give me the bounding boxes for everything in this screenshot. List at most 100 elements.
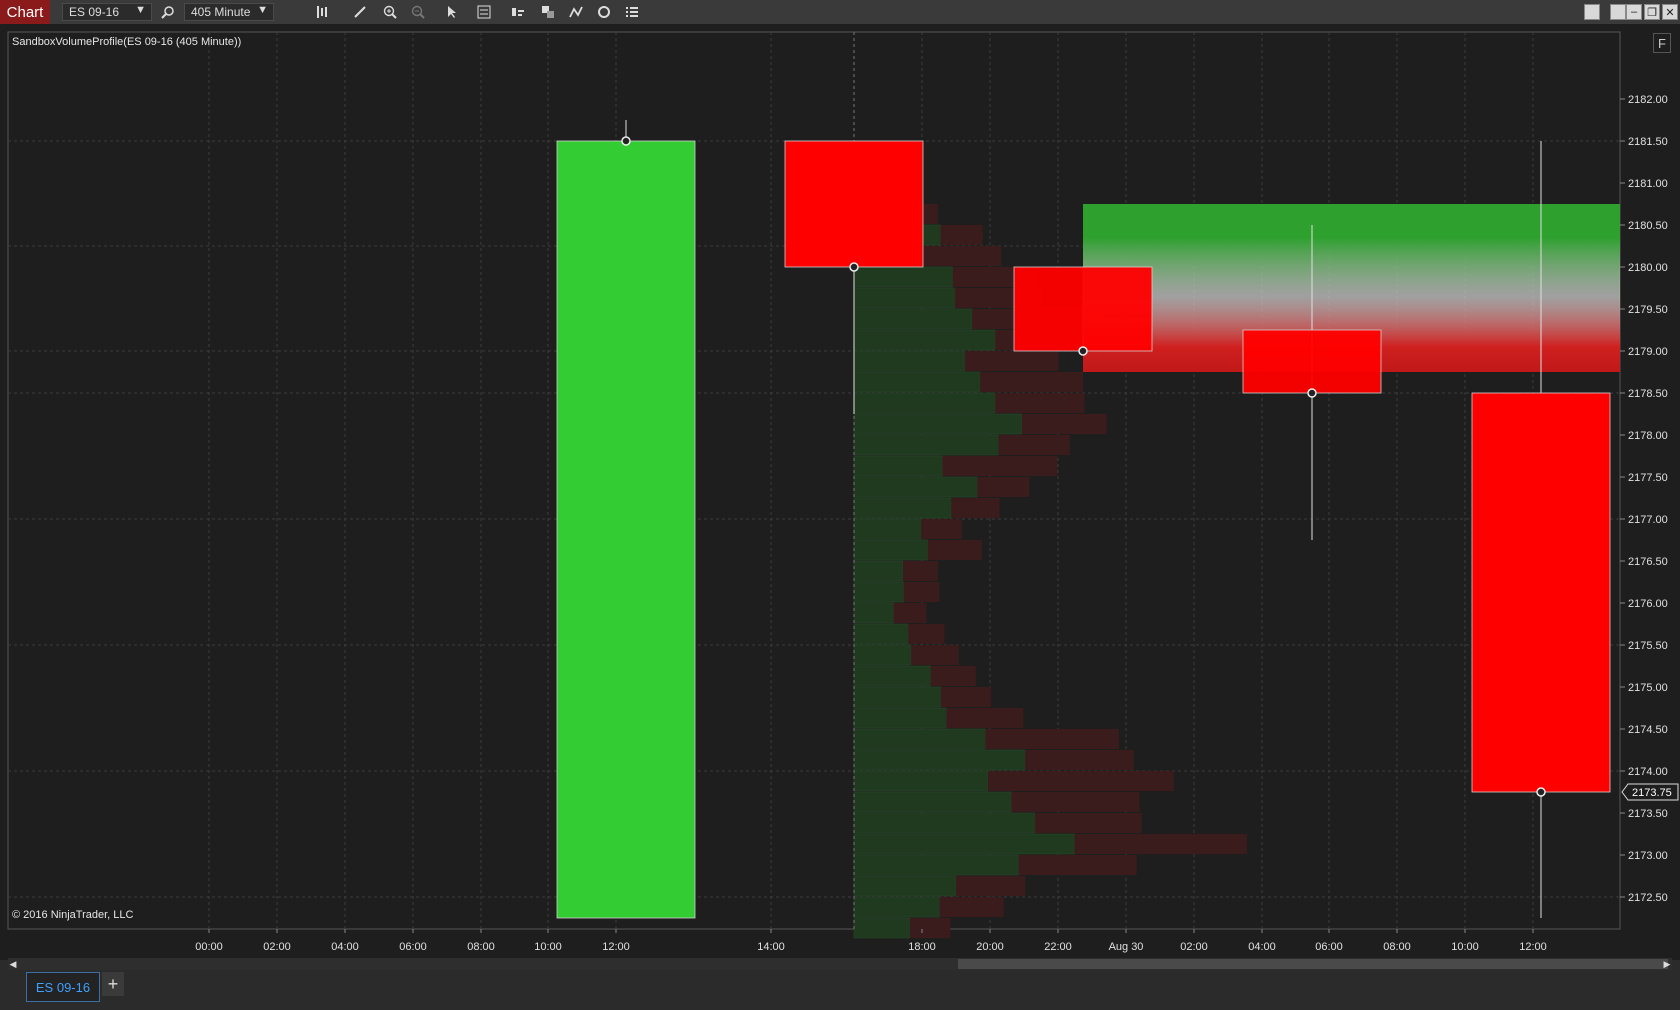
time-axis-label: 02:00 <box>1180 941 1208 953</box>
time-axis-label: 06:00 <box>1315 941 1343 953</box>
price-axis-label: 2173.50 <box>1628 808 1668 820</box>
chevron-down-icon: ▼ <box>257 4 268 16</box>
instrument-selector[interactable]: ES 09-16 ▼ <box>62 3 152 21</box>
candle-body-down <box>1242 329 1382 394</box>
price-axis-label: 2176.00 <box>1628 598 1668 610</box>
volume-profile-buy-bar <box>853 560 904 582</box>
tab-bar: ES 09-16 + <box>0 970 1680 1010</box>
price-axis-label: 2177.00 <box>1628 514 1668 526</box>
horizontal-scrollbar[interactable]: ◀ ▶ <box>8 958 1672 970</box>
volume-profile-buy-bar <box>853 518 922 540</box>
candle-close-marker <box>621 136 631 146</box>
price-axis-label: 2182.00 <box>1628 94 1668 106</box>
candle-close-marker <box>1078 346 1088 356</box>
time-axis-label: 22:00 <box>1044 941 1072 953</box>
tile-alt-icon[interactable] <box>1610 4 1626 20</box>
volume-profile-buy-bar <box>853 833 1075 855</box>
candle-close-marker <box>1307 388 1317 398</box>
interval-selector[interactable]: 405 Minute ▼ <box>184 3 274 21</box>
volume-profile-buy-bar <box>853 602 894 624</box>
volume-profile-buy-bar <box>853 686 942 708</box>
time-axis-label: 10:00 <box>534 941 562 953</box>
volume-profile-buy-bar <box>853 539 929 561</box>
time-axis-label: 08:00 <box>467 941 495 953</box>
candle-body-down <box>1013 266 1153 352</box>
list-icon[interactable] <box>622 2 642 22</box>
volume-profile-sell-bar <box>940 225 983 245</box>
time-axis-label: 02:00 <box>263 941 291 953</box>
time-axis-label: 04:00 <box>331 941 359 953</box>
chevron-down-icon: ▼ <box>135 4 146 16</box>
volume-profile-sell-bar <box>956 876 1026 896</box>
time-axis-label: 14:00 <box>757 941 785 953</box>
strategies-icon[interactable] <box>508 2 528 22</box>
search-icon[interactable] <box>158 2 178 22</box>
volume-profile-sell-bar <box>903 582 940 602</box>
properties-icon[interactable] <box>474 2 494 22</box>
price-axis-label: 2174.00 <box>1628 766 1668 778</box>
candle-close-marker <box>1536 787 1546 797</box>
volume-profile-buy-bar <box>853 812 1036 834</box>
zoom-in-icon[interactable] <box>380 2 400 22</box>
time-axis-label: 18:00 <box>908 941 936 953</box>
chart-toolbar: Chart ES 09-16 ▼ 405 Minute ▼ – ❐ ✕ <box>0 0 1680 25</box>
price-axis-label: 2179.00 <box>1628 346 1668 358</box>
indicator-label: SandboxVolumeProfile(ES 09-16 (405 Minut… <box>12 36 242 48</box>
volume-profile-sell-bar <box>980 372 1083 392</box>
pencil-icon[interactable] <box>350 2 370 22</box>
time-axis-label: Aug 30 <box>1109 941 1144 953</box>
volume-profile-buy-bar <box>853 770 989 792</box>
volume-profile-sell-bar <box>1034 813 1142 833</box>
volume-profile-sell-bar <box>977 477 1030 497</box>
pointer-icon[interactable] <box>442 2 462 22</box>
volume-profile-buy-bar <box>853 287 956 309</box>
time-axis-label: 04:00 <box>1248 941 1276 953</box>
f-button[interactable]: F <box>1653 33 1671 53</box>
volume-profile-sell-bar <box>902 561 938 581</box>
add-tab-button[interactable]: + <box>102 972 124 996</box>
time-axis-label: 10:00 <box>1451 941 1479 953</box>
restore-icon[interactable]: ❐ <box>1644 4 1660 20</box>
volume-profile-buy-bar <box>853 581 904 603</box>
volume-profile-buy-bar <box>853 896 940 918</box>
volume-profile-buy-bar <box>853 434 999 456</box>
time-axis-label: 20:00 <box>976 941 1004 953</box>
time-axis-label: 00:00 <box>195 941 223 953</box>
price-axis-label: 2180.50 <box>1628 220 1668 232</box>
chart-title-button[interactable]: Chart <box>0 0 50 24</box>
volume-profile-buy-bar <box>853 854 1019 876</box>
tab-es-09-16[interactable]: ES 09-16 <box>26 972 100 1002</box>
volume-profile-sell-bar <box>914 246 1001 266</box>
volume-profile-sell-bar <box>988 771 1174 791</box>
volume-profile-buy-bar <box>853 665 931 687</box>
close-icon[interactable]: ✕ <box>1662 4 1678 20</box>
volume-profile-sell-bar <box>1074 834 1247 854</box>
volume-profile-sell-bar <box>964 351 1059 371</box>
volume-profile-sell-bar <box>946 708 1024 728</box>
volume-profile-buy-bar <box>853 497 952 519</box>
indicators-icon[interactable] <box>566 2 586 22</box>
volume-profile-sell-bar <box>1021 414 1107 434</box>
zoom-out-icon[interactable] <box>408 2 428 22</box>
candle-body-up <box>556 140 696 919</box>
data-series-icon[interactable] <box>538 2 558 22</box>
scroll-thumb[interactable] <box>958 959 1668 969</box>
price-axis-label: 2175.00 <box>1628 682 1668 694</box>
interval-value: 405 Minute <box>191 5 251 19</box>
tile-icon[interactable] <box>1584 4 1600 20</box>
scroll-right-icon[interactable]: ▶ <box>1662 958 1672 970</box>
time-axis-label: 06:00 <box>399 941 427 953</box>
volume-profile-buy-bar <box>853 413 1023 435</box>
price-axis-label: 2173.00 <box>1628 850 1668 862</box>
refresh-icon[interactable] <box>594 2 614 22</box>
price-axis-label: 2174.50 <box>1628 724 1668 736</box>
volume-profile-sell-bar <box>940 687 992 707</box>
volume-profile-buy-bar <box>853 350 966 372</box>
bar-type-icon[interactable] <box>312 2 332 22</box>
volume-profile-buy-bar <box>853 392 996 414</box>
price-axis-label: 2180.00 <box>1628 262 1668 274</box>
minimize-icon[interactable]: – <box>1626 4 1642 20</box>
time-axis-label: 08:00 <box>1383 941 1411 953</box>
price-chart[interactable]: 00:00 02:00 04:00 06:00 08:00 10:00 12:00 14:00… <box>0 24 1680 958</box>
scroll-left-icon[interactable]: ◀ <box>8 958 18 970</box>
